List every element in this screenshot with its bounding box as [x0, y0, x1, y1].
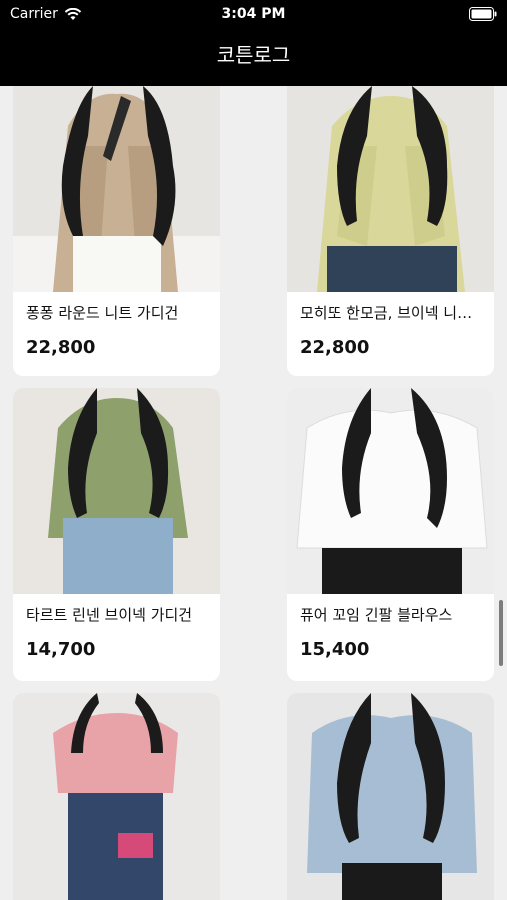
product-price: 22,800 [300, 337, 370, 358]
scroll-indicator[interactable] [499, 600, 503, 666]
product-name: 모히또 한모금, 브이넥 니트 가디건 [300, 304, 484, 322]
status-time: 3:04 PM [221, 6, 286, 22]
product-image [13, 693, 220, 900]
product-image [287, 388, 494, 594]
product-name: 퐁퐁 라운드 니트 가디건 [26, 304, 179, 322]
product-card[interactable]: 퐁퐁 라운드 니트 가디건 22,800 [13, 86, 220, 376]
product-price: 22,800 [26, 337, 96, 358]
page-title: 코튼로그 [216, 43, 291, 67]
product-card[interactable]: 모히또 한모금, 브이넥 니트 가디건 22,800 [287, 86, 494, 376]
nav-bar: 코튼로그 [0, 30, 507, 86]
product-grid[interactable]: 퐁퐁 라운드 니트 가디건 22,800 모히또 한모금, 브이넥 니트 가디건… [0, 86, 507, 900]
product-image [287, 693, 494, 900]
product-image [13, 86, 220, 292]
product-card[interactable]: 타르트 린넨 브이넥 가디건 14,700 [13, 388, 220, 681]
battery-icon [469, 7, 497, 21]
product-card[interactable]: 퓨어 꼬임 긴팔 블라우스 15,400 [287, 388, 494, 681]
product-price: 15,400 [300, 639, 370, 660]
product-price: 14,700 [26, 639, 96, 660]
product-image [287, 86, 494, 292]
product-card[interactable] [13, 693, 220, 900]
product-name: 타르트 린넨 브이넥 가디건 [26, 606, 193, 624]
product-image [13, 388, 220, 594]
product-card[interactable] [287, 693, 494, 900]
product-name: 퓨어 꼬임 긴팔 블라우스 [300, 606, 453, 624]
status-bar: Carrier 3:04 PM [0, 0, 507, 30]
